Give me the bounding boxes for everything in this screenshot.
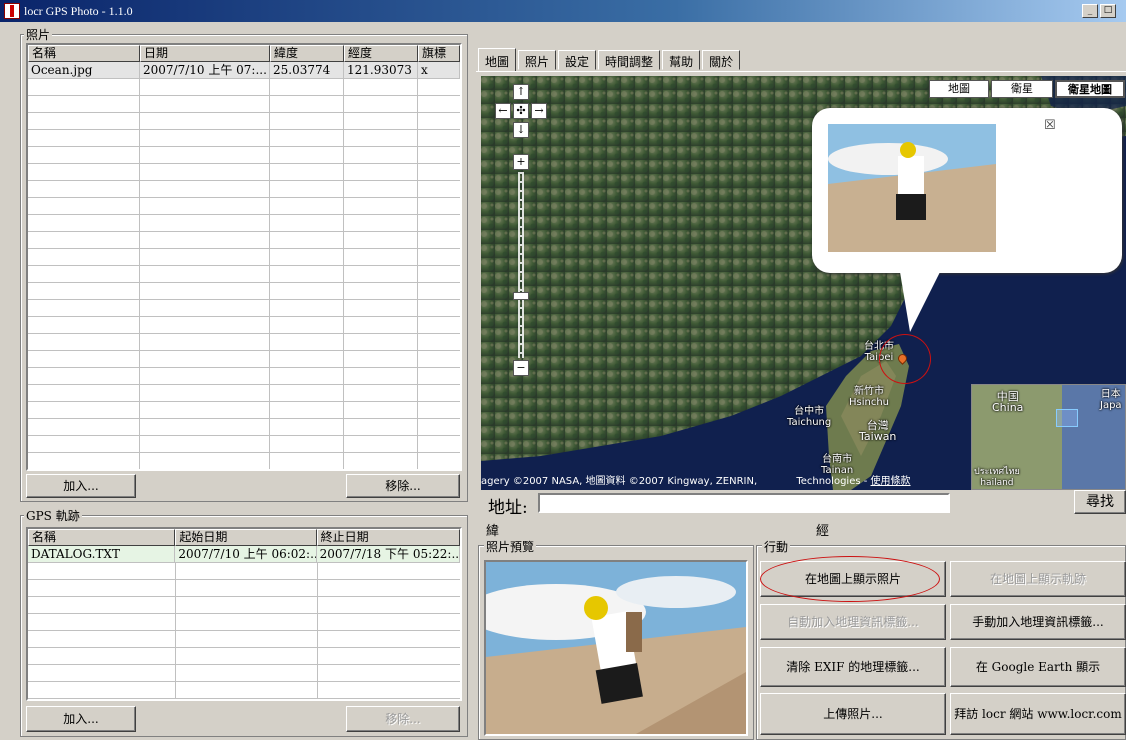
label-japan: 日本 Japa <box>1100 389 1122 411</box>
column-header-date[interactable]: 日期 <box>140 45 270 62</box>
longitude-label: 經 <box>816 524 830 539</box>
add-photo-button[interactable]: 加入... <box>26 474 136 498</box>
close-icon[interactable]: ☒ <box>1044 118 1056 133</box>
pan-left-icon[interactable]: ← <box>495 103 511 119</box>
gps-track-list[interactable]: 名稱 起始日期 終止日期 DATALOG.TXT 2007/7/10 上午 06… <box>26 527 462 701</box>
upload-photos-button[interactable]: 上傳照片... <box>760 693 946 735</box>
pan-right-icon[interactable]: → <box>531 103 547 119</box>
manual-geotag-button[interactable]: 手動加入地理資訊標籤... <box>950 604 1126 640</box>
pan-center-icon[interactable]: ✣ <box>513 103 529 119</box>
minimize-button[interactable]: _ <box>1082 4 1098 18</box>
overview-map[interactable]: 中国 China 日本 Japa ประเทศไทย hailand <box>971 384 1126 490</box>
search-button[interactable]: 尋找 <box>1074 490 1126 514</box>
map-type-satellite[interactable]: 衛星 <box>991 80 1053 98</box>
address-input[interactable] <box>538 493 950 513</box>
photo-info-window: ☒ <box>812 108 1122 332</box>
label-china: 中国 China <box>992 390 1024 414</box>
column-header-start-date[interactable]: 起始日期 <box>175 529 317 546</box>
cell-longitude: 121.93073 <box>344 62 418 78</box>
show-track-on-map-button[interactable]: 在地圖上顯示軌跡 <box>950 561 1126 597</box>
address-label: 地址: <box>488 498 528 518</box>
map-type-map[interactable]: 地圖 <box>929 80 989 98</box>
pan-down-icon[interactable]: ↓ <box>513 122 529 138</box>
map-copyright: agery ©2007 NASA, 地圖資料 ©2007 Kingway, ZE… <box>481 476 911 487</box>
terms-link[interactable]: 使用條款 <box>871 476 911 487</box>
gps-group-label: GPS 軌跡 <box>24 507 82 524</box>
label-taichung: 台中市 Taichung <box>787 406 832 428</box>
column-header-name[interactable]: 名稱 <box>28 45 140 62</box>
clear-exif-geotag-button[interactable]: 清除 EXIF 的地理標籤... <box>760 647 946 687</box>
zoom-out-icon[interactable]: − <box>513 360 529 376</box>
preview-photo <box>484 560 748 736</box>
column-header-end-date[interactable]: 終止日期 <box>316 529 460 546</box>
pan-up-icon[interactable]: ↑ <box>513 84 529 100</box>
label-taiwan: 台灣 Taiwan <box>859 419 897 443</box>
zoom-slider-handle[interactable] <box>513 292 529 300</box>
tab-photos[interactable]: 照片 <box>518 50 557 70</box>
tab-time-adjust[interactable]: 時間調整 <box>598 50 661 70</box>
preview-group-label: 照片預覽 <box>484 538 537 555</box>
highlight-circle <box>879 334 931 384</box>
cell-end-date: 2007/7/18 下午 05:22:... <box>317 546 460 562</box>
map-type-hybrid[interactable]: 衛星地圖 <box>1055 80 1125 98</box>
visit-locr-website-button[interactable]: 拜訪 locr 網站 www.locr.com <box>950 693 1126 735</box>
gps-list-header: 名稱 起始日期 終止日期 <box>28 529 460 546</box>
zoom-slider[interactable] <box>518 172 524 358</box>
title-bar: locr GPS Photo - 1.1.0 _ □ <box>0 0 1126 22</box>
photos-group-label: 照片 <box>24 26 53 43</box>
latitude-label: 緯 <box>486 524 500 539</box>
photo-list-header: 名稱 日期 緯度 經度 旗標 <box>28 45 460 62</box>
column-header-flag[interactable]: 旗標 <box>418 45 460 62</box>
label-thailand: ประเทศไทย hailand <box>974 467 1020 488</box>
column-header-longitude[interactable]: 經度 <box>344 45 418 62</box>
column-header-name[interactable]: 名稱 <box>28 529 176 546</box>
tab-about[interactable]: 關於 <box>702 50 741 70</box>
photo-list[interactable]: 名稱 日期 緯度 經度 旗標 Ocean.jpg 2007/7/10 上午 07… <box>26 43 462 471</box>
app-icon <box>4 3 20 19</box>
show-in-google-earth-button[interactable]: 在 Google Earth 顯示 <box>950 647 1126 687</box>
cell-start-date: 2007/7/10 上午 06:02:... <box>175 546 317 562</box>
window-title: locr GPS Photo - 1.1.0 <box>24 4 133 18</box>
bubble-photo[interactable] <box>828 124 996 252</box>
cell-flag: x <box>418 62 460 78</box>
cell-name: Ocean.jpg <box>28 62 140 78</box>
column-header-latitude[interactable]: 緯度 <box>270 45 344 62</box>
photo-list-empty-rows <box>28 79 460 469</box>
cell-name: DATALOG.TXT <box>28 546 176 562</box>
tab-settings[interactable]: 設定 <box>558 50 597 70</box>
auto-geotag-button[interactable]: 自動加入地理資訊標籤... <box>760 604 946 640</box>
actions-group-label: 行動 <box>762 538 791 555</box>
gps-list-empty-rows <box>28 563 460 699</box>
table-row[interactable]: DATALOG.TXT 2007/7/10 上午 06:02:... 2007/… <box>28 546 460 563</box>
remove-gps-button[interactable]: 移除... <box>346 706 460 732</box>
maximize-button[interactable]: □ <box>1100 4 1116 18</box>
remove-photo-button[interactable]: 移除... <box>346 474 460 498</box>
main-tabs: 地圖 照片 設定 時間調整 幫助 關於 <box>478 48 742 72</box>
highlight-ellipse <box>760 556 940 602</box>
add-gps-button[interactable]: 加入... <box>26 706 136 732</box>
label-hsinchu: 新竹市 Hsinchu <box>849 386 890 408</box>
bubble-pointer <box>900 272 940 332</box>
cell-latitude: 25.03774 <box>270 62 344 78</box>
cell-date: 2007/7/10 上午 07:... <box>140 62 270 78</box>
table-row[interactable]: Ocean.jpg 2007/7/10 上午 07:... 25.03774 1… <box>28 62 460 79</box>
tab-map[interactable]: 地圖 <box>478 48 517 71</box>
zoom-in-icon[interactable]: + <box>513 154 529 170</box>
tab-help[interactable]: 幫助 <box>662 50 701 70</box>
